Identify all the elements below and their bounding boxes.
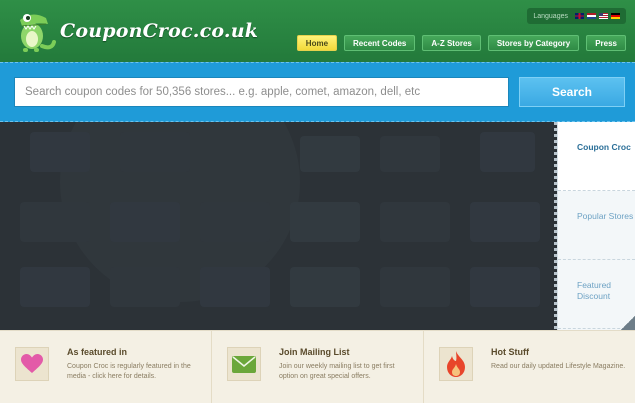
languages-label: Languages	[533, 12, 568, 20]
nav-a-z-stores[interactable]: A-Z Stores	[422, 35, 481, 51]
nav-home[interactable]: Home	[296, 35, 338, 51]
main-nav: Home Recent Codes A-Z Stores Stores by C…	[296, 35, 626, 51]
tab-popular-stores[interactable]: Popular Stores	[558, 191, 635, 260]
crocodile-logo-icon	[20, 14, 56, 52]
search-input[interactable]	[14, 77, 509, 107]
heart-icon[interactable]	[15, 347, 49, 381]
featured-slider[interactable]	[0, 122, 557, 330]
nav-stores-by-category[interactable]: Stores by Category	[487, 35, 580, 51]
tab-scroll-corner-icon[interactable]	[621, 316, 635, 330]
site-header: CouponCroc.co.uk Languages Home Recent C…	[0, 0, 635, 62]
language-selector: Languages	[527, 8, 626, 24]
search-button[interactable]: Search	[519, 77, 625, 107]
flame-icon[interactable]	[439, 347, 473, 381]
envelope-icon[interactable]	[227, 347, 261, 381]
features-bar: As featured in Coupon Croc is regularly …	[0, 330, 635, 403]
search-bar: Search	[0, 62, 635, 122]
nl-flag-icon[interactable]	[587, 13, 596, 19]
feature-description: Join our weekly mailing list to get firs…	[279, 363, 395, 380]
feature-title[interactable]: As featured in	[67, 347, 202, 357]
us-flag-icon[interactable]	[599, 13, 608, 19]
uk-flag-icon[interactable]	[575, 13, 584, 19]
feature-description: Read our daily updated Lifestyle Magazin…	[491, 363, 626, 370]
feature-title[interactable]: Join Mailing List	[279, 347, 414, 357]
logo-text: CouponCroc.co.uk	[60, 20, 259, 42]
slider-background-graphic	[20, 122, 540, 307]
site-logo[interactable]: CouponCroc.co.uk	[12, 8, 258, 54]
feature-join-mailing-list: Join Mailing List Join our weekly mailin…	[212, 331, 424, 403]
nav-press[interactable]: Press	[586, 35, 626, 51]
feature-as-featured-in: As featured in Coupon Croc is regularly …	[0, 331, 212, 403]
nav-recent-codes[interactable]: Recent Codes	[344, 35, 416, 51]
tab-coupon-croc[interactable]: Coupon Croc	[558, 122, 635, 191]
feature-title[interactable]: Hot Stuff	[491, 347, 626, 357]
de-flag-icon[interactable]	[611, 13, 620, 19]
feature-hot-stuff: Hot Stuff Read our daily updated Lifesty…	[424, 331, 635, 403]
slider-tabs: Coupon Croc Popular Stores Featured Disc…	[557, 122, 635, 330]
feature-description: Coupon Croc is regularly featured in the…	[67, 363, 191, 380]
